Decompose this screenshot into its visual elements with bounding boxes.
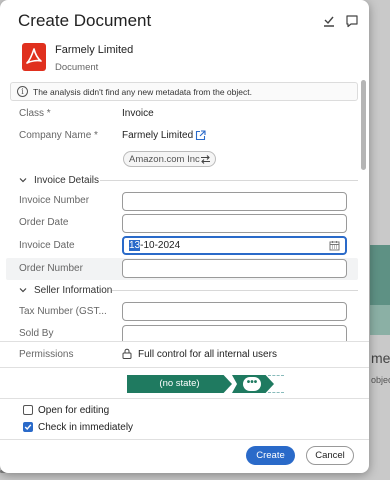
order-date-input[interactable] bbox=[123, 215, 346, 232]
company-suggestion-chip[interactable]: Amazon.com Inc bbox=[123, 151, 216, 167]
footer-divider bbox=[0, 439, 369, 440]
workflow-divider bbox=[0, 367, 369, 368]
company-name-value[interactable]: Farmely Limited bbox=[122, 130, 193, 141]
open-for-editing-checkbox[interactable] bbox=[23, 405, 33, 415]
open-for-editing-label[interactable]: Open for editing bbox=[38, 405, 109, 416]
cancel-button[interactable]: Cancel bbox=[306, 446, 354, 465]
form-scrollbar[interactable] bbox=[361, 78, 366, 368]
order-date-field[interactable] bbox=[122, 214, 347, 233]
background-subtext: objec bbox=[371, 375, 390, 385]
swap-icon[interactable] bbox=[200, 154, 211, 165]
info-message: The analysis didn't find any new metadat… bbox=[33, 87, 252, 97]
suggestion-label: Amazon.com Inc bbox=[129, 154, 200, 165]
lock-icon bbox=[122, 348, 132, 359]
class-label: Class * bbox=[19, 108, 51, 119]
invoice-details-title: Invoice Details bbox=[34, 175, 100, 186]
check-in-label[interactable]: Check in immediately bbox=[38, 422, 133, 433]
chevron-down-icon[interactable] bbox=[19, 286, 27, 294]
chevron-down-icon[interactable] bbox=[19, 176, 27, 184]
tax-number-field[interactable] bbox=[122, 302, 347, 321]
dialog-title: Create Document bbox=[18, 11, 152, 30]
invoice-number-input[interactable] bbox=[123, 193, 346, 210]
create-document-dialog: Create Document Farmely Limited Document… bbox=[0, 0, 369, 473]
sold-by-label: Sold By bbox=[19, 328, 54, 339]
document-type: Document bbox=[55, 62, 99, 73]
order-number-label: Order Number bbox=[19, 263, 83, 274]
workflow-state[interactable]: (no state) bbox=[127, 375, 232, 393]
order-number-field[interactable] bbox=[122, 259, 347, 278]
download-check-icon[interactable] bbox=[322, 14, 336, 28]
permissions-divider bbox=[0, 341, 369, 342]
invoice-date-label: Invoice Date bbox=[19, 240, 75, 251]
invoice-date-rest: -10-2024 bbox=[140, 240, 181, 251]
tax-number-input[interactable] bbox=[123, 303, 346, 320]
info-icon: i bbox=[17, 86, 28, 97]
sold-by-input[interactable] bbox=[123, 326, 346, 341]
company-name-label: Company Name * bbox=[19, 130, 98, 141]
section-divider bbox=[112, 290, 358, 291]
invoice-number-label: Invoice Number bbox=[19, 195, 90, 206]
scrollbar-thumb[interactable] bbox=[361, 80, 366, 170]
seller-information-title: Seller Information bbox=[34, 285, 113, 296]
background-card-lower bbox=[370, 305, 390, 335]
checkmark-icon bbox=[24, 424, 32, 431]
invoice-details-section[interactable]: Invoice Details bbox=[19, 175, 99, 186]
section-divider bbox=[100, 180, 358, 181]
seller-information-section[interactable]: Seller Information bbox=[19, 285, 112, 296]
more-options-icon[interactable]: ••• bbox=[243, 377, 261, 391]
check-in-checkbox[interactable] bbox=[23, 422, 33, 432]
class-value[interactable]: Invoice bbox=[122, 108, 154, 119]
invoice-date-value[interactable]: 13-10-2024 bbox=[129, 240, 180, 251]
calendar-icon[interactable] bbox=[329, 240, 340, 251]
comment-icon[interactable] bbox=[345, 14, 359, 28]
invoice-number-field[interactable] bbox=[122, 192, 347, 211]
permissions-label: Permissions bbox=[19, 349, 74, 360]
pdf-icon bbox=[22, 43, 46, 71]
order-number-input[interactable] bbox=[123, 260, 346, 277]
options-divider bbox=[0, 398, 369, 399]
invoice-date-selected-text: 13 bbox=[129, 240, 141, 251]
background-text: me bbox=[371, 350, 390, 366]
sold-by-field[interactable] bbox=[122, 325, 347, 341]
workflow-placeholder bbox=[268, 375, 284, 393]
open-link-icon[interactable] bbox=[195, 130, 206, 141]
order-date-label: Order Date bbox=[19, 217, 69, 228]
create-button[interactable]: Create bbox=[246, 446, 295, 465]
permissions-value[interactable]: Full control for all internal users bbox=[138, 349, 277, 360]
tax-number-label: Tax Number (GST... bbox=[19, 306, 107, 317]
info-banner: i The analysis didn't find any new metad… bbox=[10, 82, 358, 101]
background-card bbox=[370, 245, 390, 305]
document-name: Farmely Limited bbox=[55, 44, 134, 56]
invoice-date-field[interactable]: 13-10-2024 bbox=[122, 236, 347, 255]
